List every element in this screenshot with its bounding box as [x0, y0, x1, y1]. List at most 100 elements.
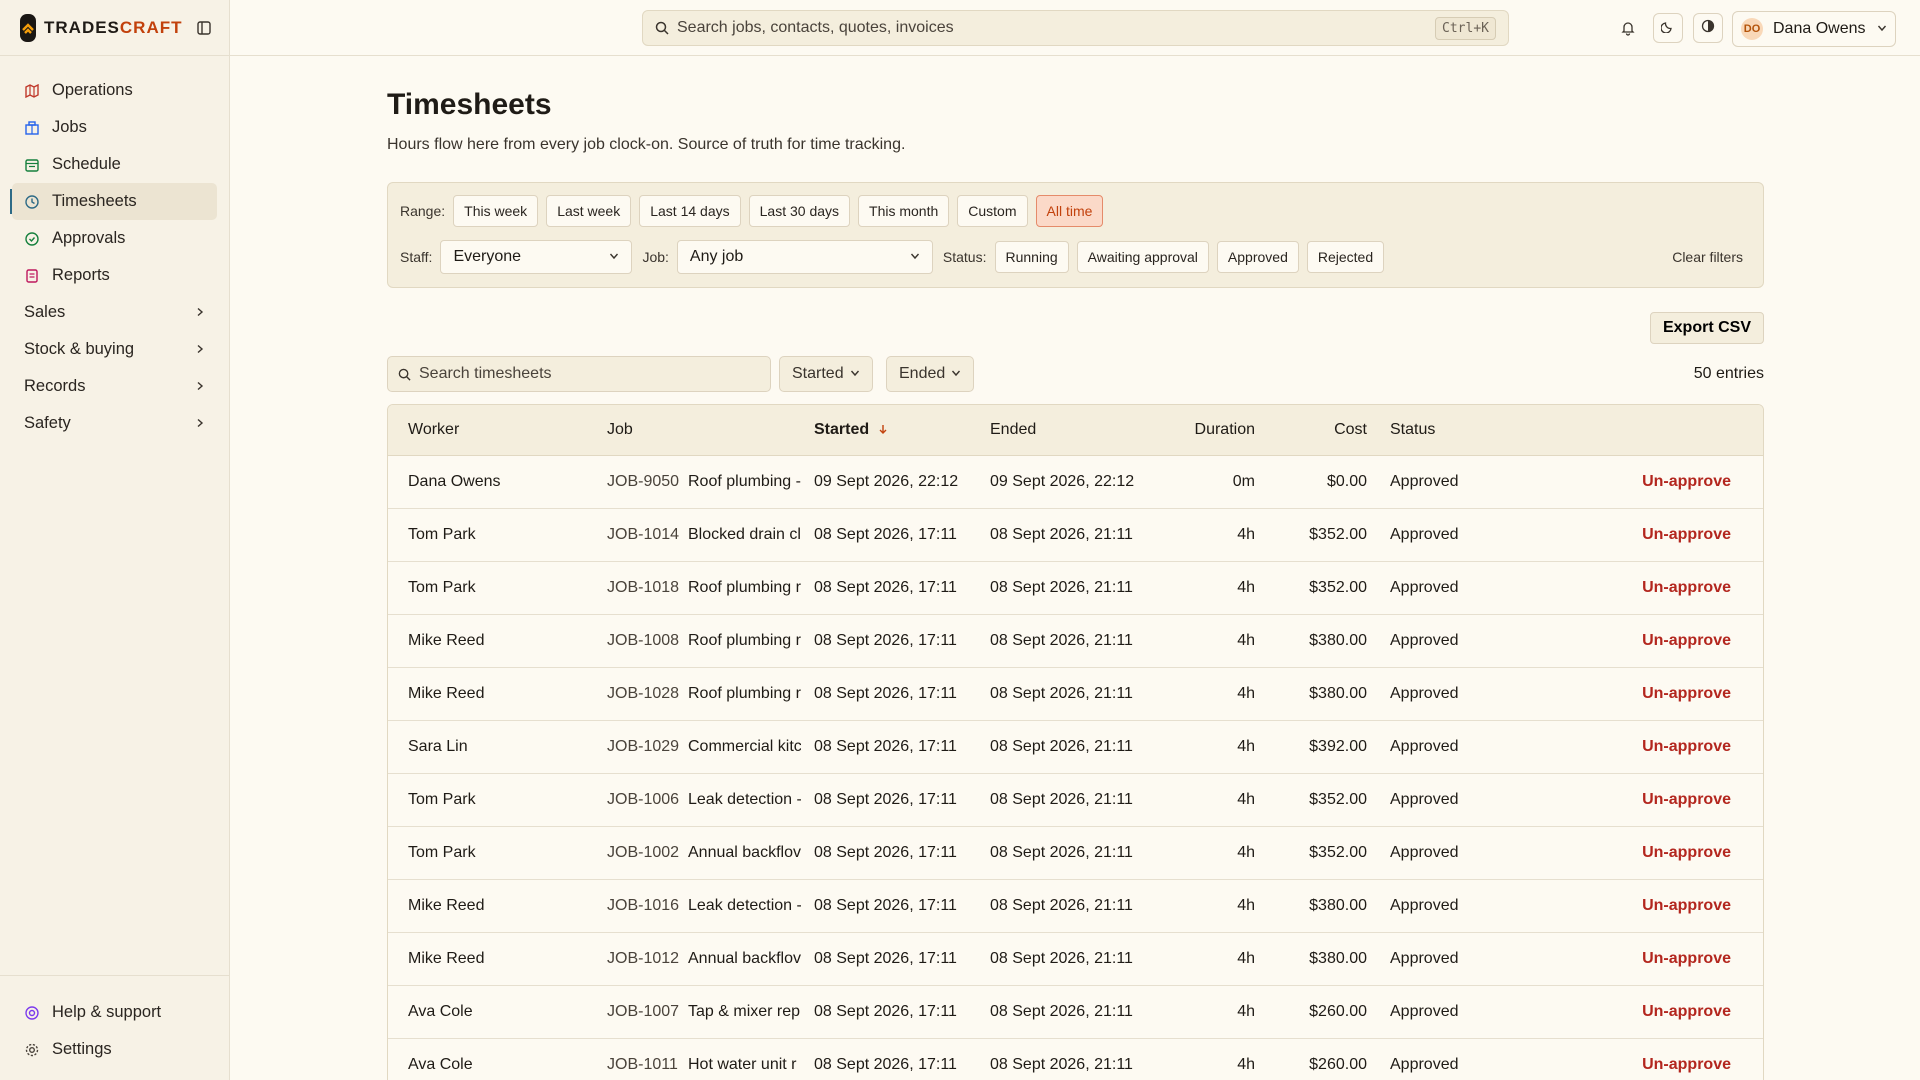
range-last-week[interactable]: Last week	[546, 195, 632, 227]
sidebar-item-operations[interactable]: Operations	[12, 72, 217, 109]
status-rejected[interactable]: Rejected	[1306, 241, 1385, 273]
cell-job-id: JOB-1007	[607, 1003, 680, 1020]
sidebar-item-timesheets[interactable]: Timesheets	[10, 183, 217, 220]
range-custom[interactable]: Custom	[957, 195, 1028, 227]
cell-started: 08 Sept 2026, 17:11	[814, 632, 957, 649]
sidebar-item-label: Approvals	[52, 229, 126, 247]
header-ended[interactable]: Ended	[990, 421, 1036, 439]
unapprove-button[interactable]: Un-approve	[1642, 897, 1731, 915]
cell-cost: $352.00	[1309, 579, 1367, 596]
sidebar-item-reports[interactable]: Reports	[12, 257, 217, 294]
timesheet-search-input[interactable]: Search timesheets	[387, 356, 771, 392]
cell-job-id: JOB-1012	[607, 950, 680, 967]
sidebar-group-label: Sales	[24, 303, 66, 321]
unapprove-button[interactable]: Un-approve	[1642, 685, 1731, 703]
header-job[interactable]: Job	[607, 421, 633, 439]
status-awaiting-approval[interactable]: Awaiting approval	[1076, 241, 1209, 273]
sidebar-item-jobs[interactable]: Jobs	[12, 109, 217, 146]
chevron-down-icon	[850, 365, 860, 383]
cell-ended: 08 Sept 2026, 21:11	[990, 738, 1133, 755]
table-row[interactable]: Mike Reed JOB-1008 Roof plumbing r 08 Se…	[388, 615, 1763, 668]
cell-cost: $352.00	[1309, 791, 1367, 808]
table-row[interactable]: Mike Reed JOB-1028 Roof plumbing r 08 Se…	[388, 668, 1763, 721]
table-row[interactable]: Mike Reed JOB-1012 Annual backflov 08 Se…	[388, 933, 1763, 986]
sidebar-group-safety[interactable]: Safety	[12, 405, 217, 442]
cell-duration: 4h	[1237, 579, 1255, 596]
global-search-input[interactable]: Search jobs, contacts, quotes, invoices …	[642, 10, 1509, 46]
header-status[interactable]: Status	[1390, 421, 1435, 439]
sidebar-item-label: Jobs	[52, 118, 87, 136]
table-row[interactable]: Ava Cole JOB-1007 Tap & mixer rep 08 Sep…	[388, 986, 1763, 1039]
theme-toggle-button[interactable]	[1653, 13, 1683, 43]
sidebar-collapse-icon[interactable]	[196, 20, 211, 36]
cell-job-name: Commercial kitc	[688, 738, 801, 755]
status-approved[interactable]: Approved	[1216, 241, 1299, 273]
table-row[interactable]: Tom Park JOB-1018 Roof plumbing r 08 Sep…	[388, 562, 1763, 615]
cell-ended: 08 Sept 2026, 21:11	[990, 632, 1133, 649]
cell-job-name: Leak detection -	[688, 791, 801, 808]
header-started[interactable]: Started	[814, 421, 888, 439]
range-this-week[interactable]: This week	[453, 195, 539, 227]
range-this-month[interactable]: This month	[858, 195, 950, 227]
sidebar-item-help[interactable]: Help & support	[12, 994, 217, 1031]
user-menu-button[interactable]: DO Dana Owens	[1732, 11, 1896, 47]
table-row[interactable]: Tom Park JOB-1002 Annual backflov 08 Sep…	[388, 827, 1763, 880]
unapprove-button[interactable]: Un-approve	[1642, 791, 1731, 809]
brand-name-part1: TRADES	[44, 17, 120, 37]
cell-status: Approved	[1390, 844, 1459, 861]
table-row[interactable]: Mike Reed JOB-1016 Leak detection - 08 S…	[388, 880, 1763, 933]
sidebar-item-schedule[interactable]: Schedule	[12, 146, 217, 183]
sidebar-group-stock-buying[interactable]: Stock & buying	[12, 331, 217, 368]
calendar-icon	[24, 157, 40, 173]
sidebar-item-settings[interactable]: Settings	[12, 1031, 217, 1068]
table-row[interactable]: Dana Owens JOB-9050 Roof plumbing - 09 S…	[388, 456, 1763, 509]
sidebar-item-approvals[interactable]: Approvals	[12, 220, 217, 257]
cell-job-id: JOB-1011	[607, 1056, 678, 1073]
table-header: Worker Job Started Ended Duration Cost S…	[388, 405, 1763, 456]
unapprove-button[interactable]: Un-approve	[1642, 632, 1731, 650]
header-worker[interactable]: Worker	[408, 421, 459, 439]
bell-icon[interactable]	[1618, 18, 1638, 38]
unapprove-button[interactable]: Un-approve	[1642, 579, 1731, 597]
range-all-time[interactable]: All time	[1035, 195, 1104, 227]
brand: TRADESCRAFT	[0, 0, 229, 56]
chevron-down-icon	[1877, 20, 1887, 38]
table-row[interactable]: Tom Park JOB-1006 Leak detection - 08 Se…	[388, 774, 1763, 827]
range-last-14-days[interactable]: Last 14 days	[639, 195, 741, 227]
cell-job-name: Roof plumbing r	[688, 579, 801, 596]
cell-started: 08 Sept 2026, 17:11	[814, 950, 957, 967]
header-started-label: Started	[814, 421, 870, 439]
unapprove-button[interactable]: Un-approve	[1642, 950, 1731, 968]
unapprove-button[interactable]: Un-approve	[1642, 1056, 1731, 1074]
unapprove-button[interactable]: Un-approve	[1642, 1003, 1731, 1021]
export-csv-button[interactable]: Export CSV	[1649, 312, 1764, 344]
unapprove-button[interactable]: Un-approve	[1642, 738, 1731, 756]
sort-started-button[interactable]: Started	[779, 356, 873, 392]
cell-started: 08 Sept 2026, 17:11	[814, 791, 957, 808]
contrast-button[interactable]	[1693, 13, 1723, 43]
sort-ended-button[interactable]: Ended	[886, 356, 975, 392]
cell-duration: 4h	[1237, 526, 1255, 543]
status-running[interactable]: Running	[994, 241, 1069, 273]
cell-status: Approved	[1390, 473, 1459, 490]
cell-status: Approved	[1390, 632, 1459, 649]
table-row[interactable]: Tom Park JOB-1014 Blocked drain cl 08 Se…	[388, 509, 1763, 562]
cell-status: Approved	[1390, 526, 1459, 543]
unapprove-button[interactable]: Un-approve	[1642, 526, 1731, 544]
table-row[interactable]: Sara Lin JOB-1029 Commercial kitc 08 Sep…	[388, 721, 1763, 774]
cell-started: 08 Sept 2026, 17:11	[814, 526, 957, 543]
header-duration[interactable]: Duration	[1195, 421, 1255, 439]
staff-select[interactable]: Everyone	[440, 240, 633, 274]
cell-job-id: JOB-1029	[607, 738, 680, 755]
range-last-30-days[interactable]: Last 30 days	[748, 195, 851, 227]
table-row[interactable]: Ava Cole JOB-1011 Hot water unit r 08 Se…	[388, 1039, 1763, 1080]
unapprove-button[interactable]: Un-approve	[1642, 473, 1731, 491]
sidebar-group-sales[interactable]: Sales	[12, 294, 217, 331]
cell-job-name: Annual backflov	[688, 844, 801, 861]
clear-filters-button[interactable]: Clear filters	[1672, 249, 1743, 265]
sidebar-group-records[interactable]: Records	[12, 368, 217, 405]
unapprove-button[interactable]: Un-approve	[1642, 844, 1731, 862]
job-select[interactable]: Any job	[676, 240, 933, 274]
timesheet-search-placeholder: Search timesheets	[419, 365, 552, 382]
header-cost[interactable]: Cost	[1334, 421, 1367, 439]
